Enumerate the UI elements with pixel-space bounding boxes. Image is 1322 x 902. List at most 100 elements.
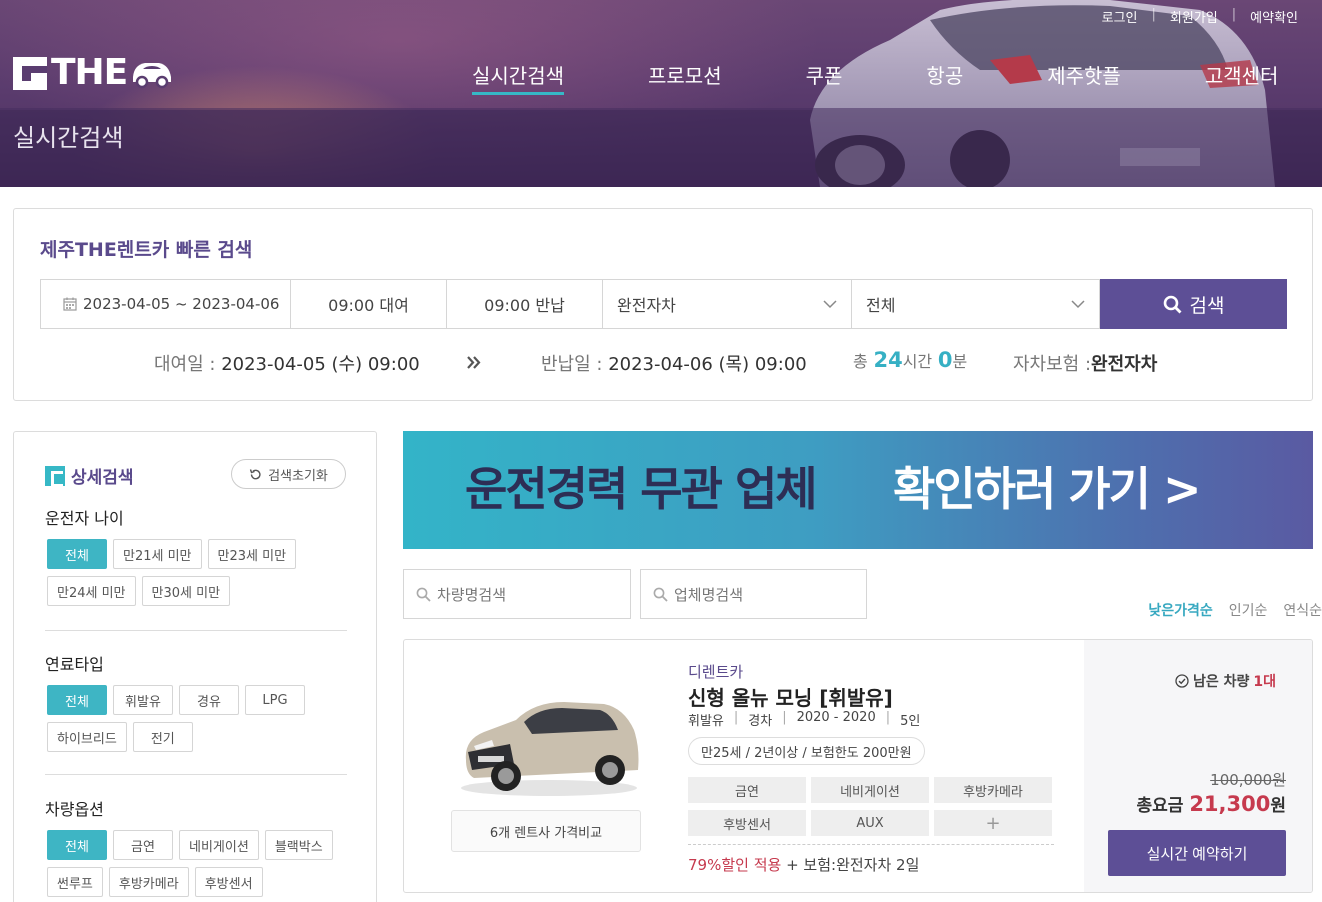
chip-option-rear-camera[interactable]: 후방카메라 <box>108 867 189 897</box>
sort-options: 낮은가격순 인기순 연식순 <box>1148 600 1322 620</box>
book-now-button[interactable]: 실시간 예약하기 <box>1108 830 1286 876</box>
driver-age-chips: 전체 만21세 미만 만23세 미만 만24세 미만 만30세 미만 <box>47 539 347 606</box>
chevron-down-icon <box>823 299 837 308</box>
car-thumbnail-image <box>461 702 639 796</box>
detail-search-title: 상세검색 <box>71 468 134 488</box>
car-name-search-input[interactable]: 차량명검색 <box>403 569 631 619</box>
spec-separator: | <box>885 710 891 725</box>
car-name-search-placeholder: 차량명검색 <box>437 585 507 604</box>
more-options-button[interactable]: + <box>934 810 1052 836</box>
remaining-cars: 남은 차량 1대 <box>1175 671 1276 691</box>
search-button-label: 검색 <box>1189 295 1225 317</box>
total-price-unit: 원 <box>1270 796 1286 816</box>
search-icon <box>653 587 668 602</box>
signup-link[interactable]: 회원가입 <box>1156 7 1232 26</box>
date-range-value: 2023-04-05 ~ 2023-04-06 <box>83 295 280 313</box>
double-chevron-right-icon <box>467 356 481 369</box>
spec-fuel: 휘발유 <box>688 714 724 729</box>
car-type-select[interactable]: 전체 <box>851 279 1100 329</box>
discount-info: 79%할인 적용 + 보험:완전자차 2일 <box>688 854 919 875</box>
search-icon <box>1163 295 1182 313</box>
insurance-select[interactable]: 완전자차 <box>602 279 851 329</box>
discount-rate: 79%할인 적용 <box>688 856 782 874</box>
nav-flight[interactable]: 항공 <box>926 60 963 89</box>
main-nav: 실시간검색 프로모션 쿠폰 항공 제주핫플 고객센터 <box>472 60 1279 95</box>
search-button[interactable]: 검색 <box>1100 279 1287 329</box>
filter-group-title: 차량옵션 <box>45 800 104 819</box>
chip-option-blackbox[interactable]: 블랙박스 <box>264 830 333 860</box>
spec-separator: | <box>733 710 739 725</box>
nav-coupon[interactable]: 쿠폰 <box>806 60 843 89</box>
detail-search-sidebar: 상세검색 검색초기화 운전자 나이 전체 만21세 미만 만23세 미만 만24… <box>13 431 377 902</box>
filter-divider <box>45 774 347 775</box>
total-price-amount: 21,300 <box>1189 792 1271 816</box>
return-summary-label: 반납일 : <box>541 354 603 375</box>
nav-realtime-search[interactable]: 실시간검색 <box>472 60 564 95</box>
chip-age-under-30[interactable]: 만30세 미만 <box>141 576 231 606</box>
car-model-name[interactable]: 신형 올뉴 모닝 [휘발유] <box>688 682 893 711</box>
nav-jeju-hotplace[interactable]: 제주핫플 <box>1047 60 1121 89</box>
chip-option-nonsmoking[interactable]: 금연 <box>113 830 173 860</box>
banner-light-text: 확인하러 가기 > <box>893 462 1201 516</box>
top-utility-nav: 로그인 | 회원가입 | 예약확인 <box>1088 7 1302 26</box>
chip-option-navigation[interactable]: 네비게이션 <box>179 830 259 860</box>
title-band <box>0 108 1322 187</box>
compare-prices-button[interactable]: 6개 렌트사 가격비교 <box>451 810 641 852</box>
company-search-input[interactable]: 업체명검색 <box>640 569 867 619</box>
filter-divider <box>45 630 347 631</box>
sort-model-year[interactable]: 연식순 <box>1283 600 1322 620</box>
login-link[interactable]: 로그인 <box>1088 7 1152 26</box>
company-search-placeholder: 업체명검색 <box>674 585 744 604</box>
chip-option-all[interactable]: 전체 <box>47 830 107 860</box>
duration-minutes: 0 <box>937 348 953 372</box>
insurance-summary-value: 완전자차 <box>1091 354 1158 375</box>
insurance-summary-label: 자차보험 : <box>1013 354 1092 375</box>
calendar-icon <box>63 297 77 311</box>
chip-age-under-23[interactable]: 만23세 미만 <box>207 539 297 569</box>
chip-fuel-all[interactable]: 전체 <box>47 685 107 715</box>
filter-group-title: 연료타입 <box>45 655 104 674</box>
chip-age-under-21[interactable]: 만21세 미만 <box>113 539 202 569</box>
quick-search-row: 2023-04-05 ~ 2023-04-06 09:00 대여 09:00 반… <box>40 279 1287 329</box>
chip-age-all[interactable]: 전체 <box>47 539 107 569</box>
card-divider <box>688 844 1054 845</box>
option-aux: AUX <box>811 810 929 836</box>
reset-search-button[interactable]: 검색초기화 <box>231 459 346 489</box>
hero-header: THE 로그인 | 회원가입 | 예약확인 실시간검색 프로모션 쿠폰 항공 제… <box>0 0 1322 187</box>
detail-search-icon <box>45 465 65 487</box>
car-result-card: 6개 렌트사 가격비교 디렌트카 신형 올뉴 모닝 [휘발유] 휘발유 | 경차… <box>403 639 1313 893</box>
car-type-select-value: 전체 <box>866 296 896 315</box>
sort-popular[interactable]: 인기순 <box>1229 600 1268 620</box>
nav-promotion[interactable]: 프로모션 <box>648 60 722 89</box>
sort-lowest-price[interactable]: 낮은가격순 <box>1148 600 1212 620</box>
chevron-down-icon <box>1071 299 1085 308</box>
chip-fuel-hybrid[interactable]: 하이브리드 <box>47 722 127 752</box>
chip-fuel-electric[interactable]: 전기 <box>132 722 193 752</box>
duration-hours: 24 <box>873 348 903 372</box>
promo-banner[interactable]: 운전경력 무관 업체 확인하러 가기 > <box>403 431 1313 549</box>
nav-customer-center[interactable]: 고객센터 <box>1205 60 1279 89</box>
check-circle-icon <box>1175 674 1189 688</box>
chip-fuel-diesel[interactable]: 경유 <box>179 685 239 715</box>
pickup-summary-label: 대여일 : <box>154 354 216 375</box>
spec-seats: 5인 <box>900 714 921 729</box>
option-nonsmoking: 금연 <box>688 777 806 803</box>
chip-option-rear-sensor[interactable]: 후방센서 <box>194 867 263 897</box>
insurance-note: + 보험:완전자차 2일 <box>786 856 920 874</box>
date-range-field[interactable]: 2023-04-05 ~ 2023-04-06 <box>40 279 290 329</box>
quick-search-panel: 제주THE렌트카 빠른 검색 2023-04-05 ~ 2023-04-06 0… <box>13 208 1313 401</box>
option-rear-sensor: 후방센서 <box>688 810 806 836</box>
return-time-field[interactable]: 09:00 반납 <box>446 279 602 329</box>
chip-fuel-gasoline[interactable]: 휘발유 <box>113 685 173 715</box>
pickup-summary: 대여일 : 2023-04-05 (수) 09:00 <box>154 350 420 376</box>
chip-option-sunroof[interactable]: 썬루프 <box>47 867 103 897</box>
reservation-check-link[interactable]: 예약확인 <box>1236 7 1302 26</box>
chip-fuel-lpg[interactable]: LPG <box>245 685 305 715</box>
spec-separator: | <box>782 710 787 725</box>
logo-mark-icon <box>13 56 47 90</box>
pickup-time-field[interactable]: 09:00 대여 <box>290 279 446 329</box>
pickup-summary-value: 2023-04-05 (수) 09:00 <box>221 354 420 375</box>
return-summary-value: 2023-04-06 (목) 09:00 <box>608 354 807 375</box>
chip-age-under-24[interactable]: 만24세 미만 <box>47 576 136 606</box>
site-logo[interactable]: THE <box>13 55 173 91</box>
